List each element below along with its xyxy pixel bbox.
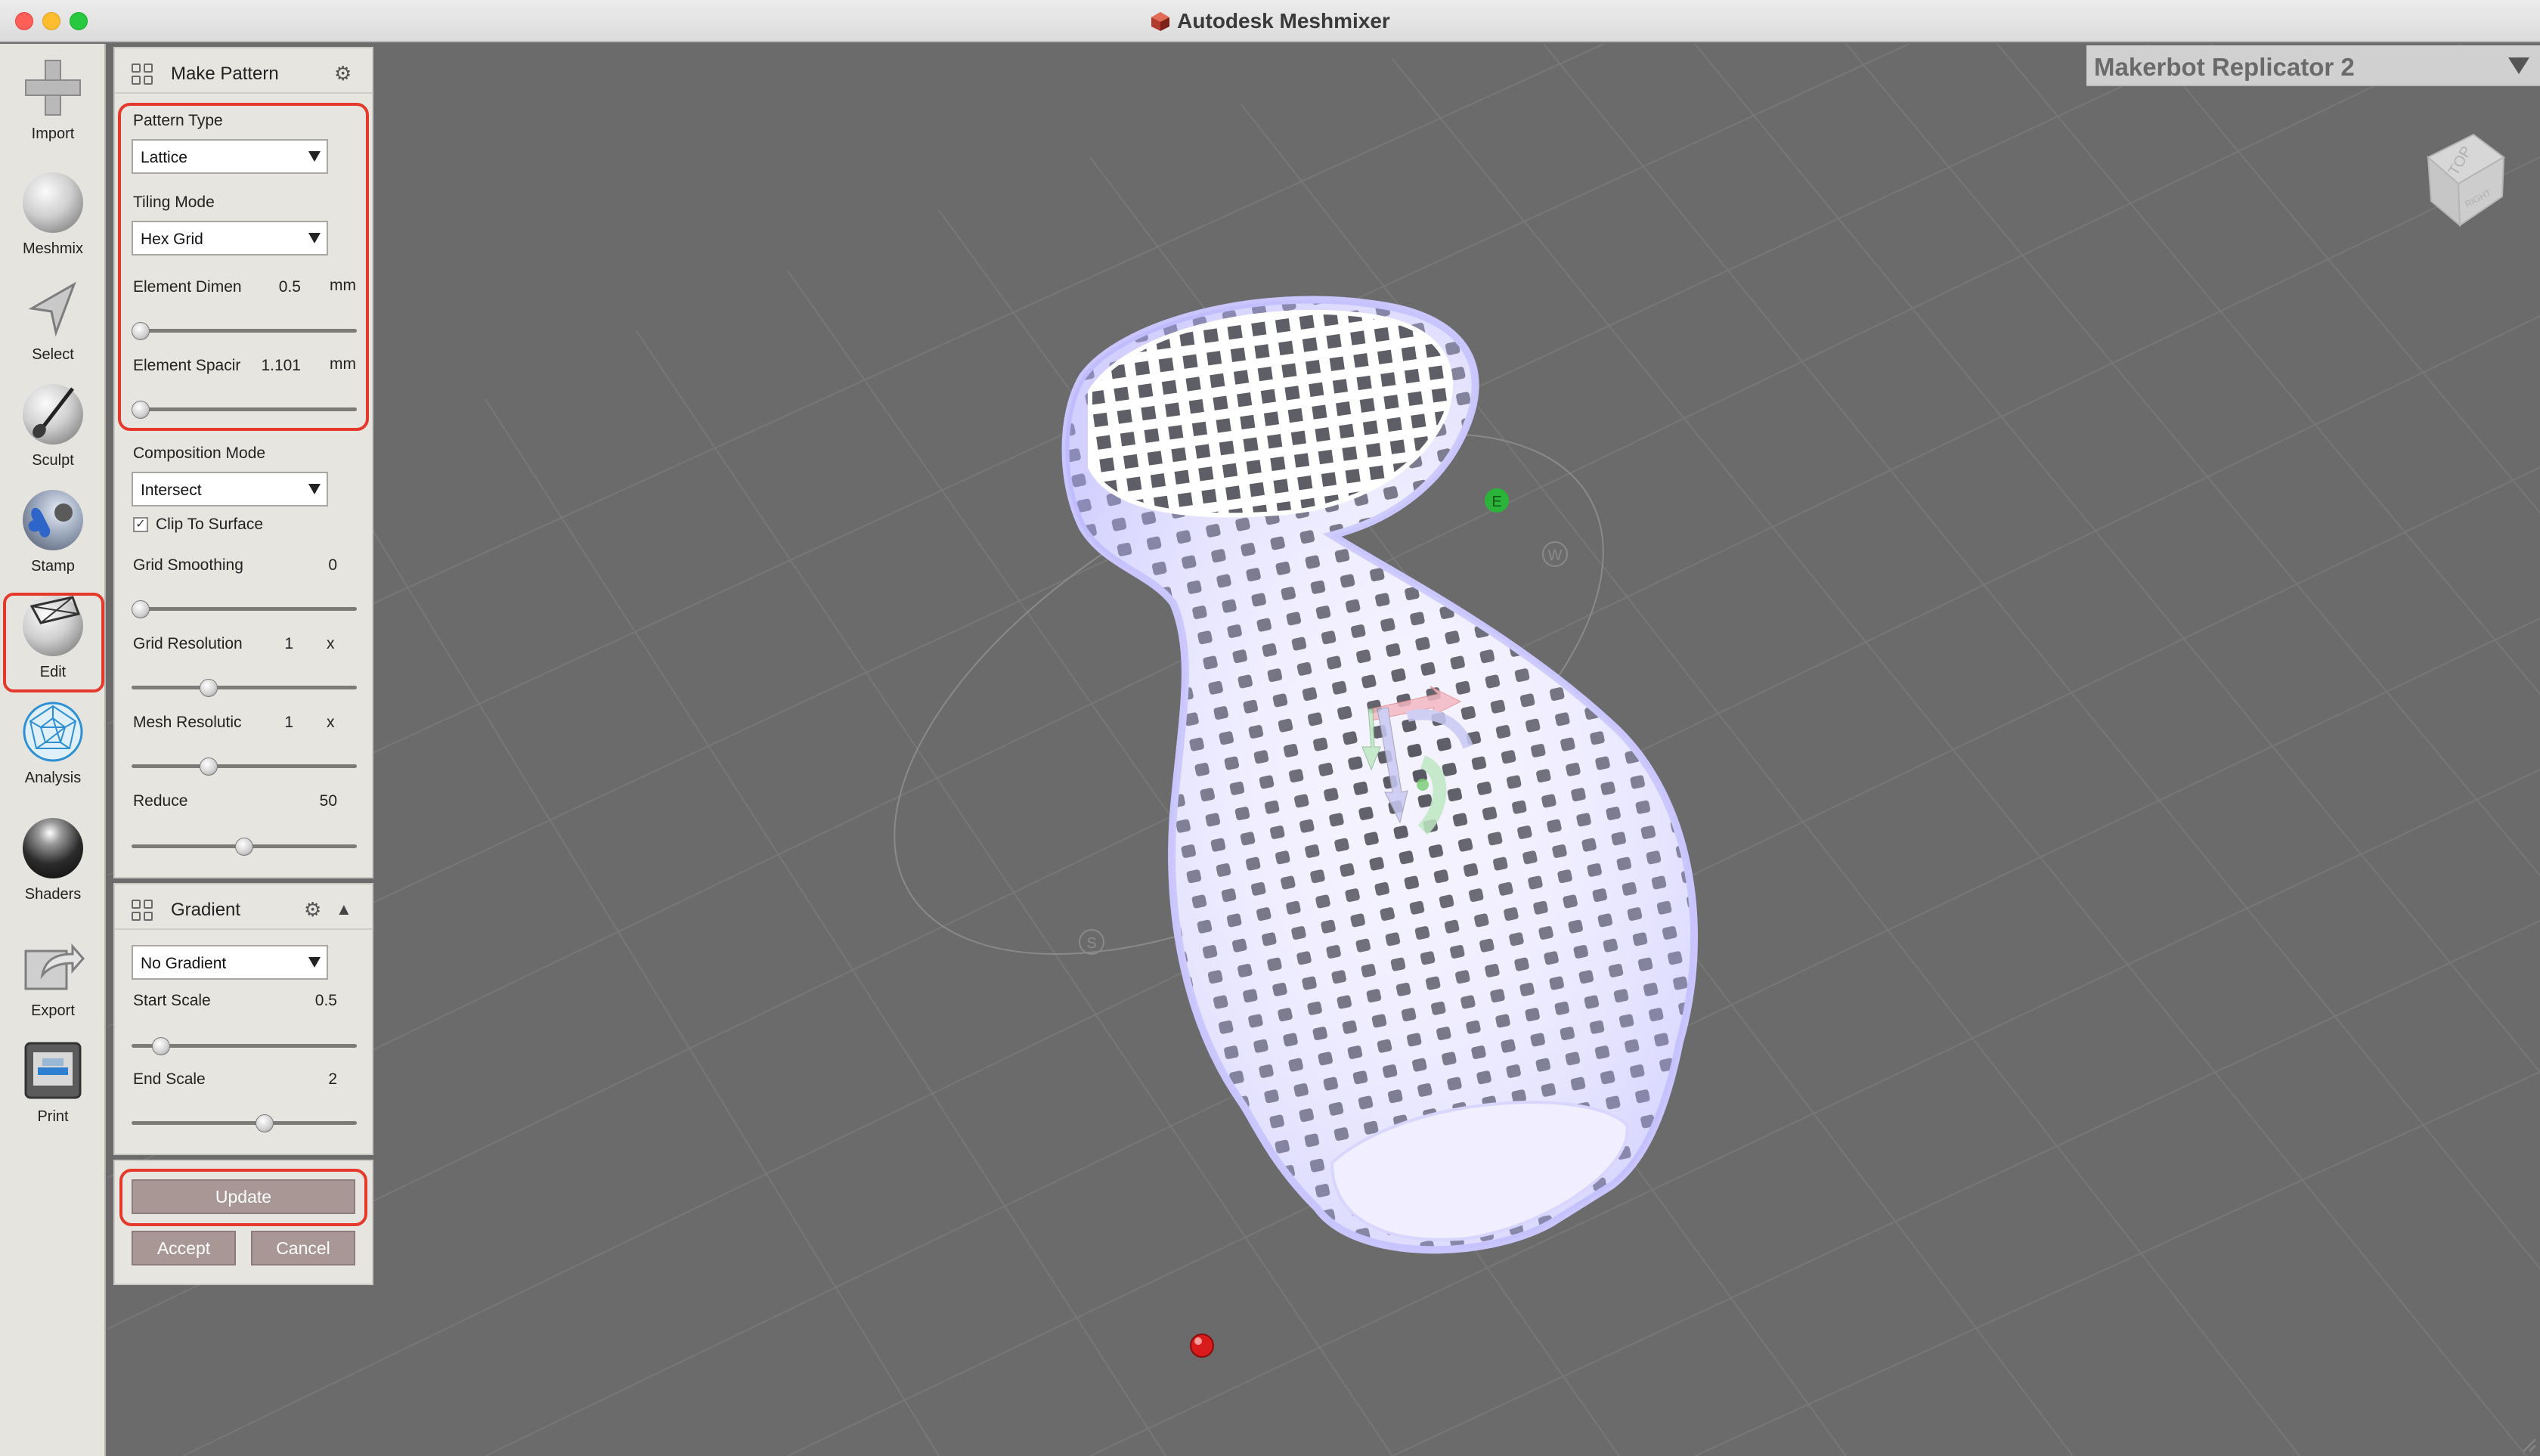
mesh-resolution-value: 1 (284, 714, 293, 731)
window-title-container: Autodesk Meshmixer (0, 9, 2540, 33)
printer-dropdown-arrow-icon (2508, 57, 2529, 74)
toolbar-label: Sculpt (32, 452, 74, 469)
mesh-resolution-slider[interactable] (132, 757, 357, 776)
panel-grid-icon (132, 900, 154, 922)
grid-resolution-label: Grid Resolution (133, 635, 243, 652)
grid-resolution-slider[interactable] (132, 679, 357, 697)
printer-3d-icon (24, 1042, 82, 1099)
clip-to-surface-checkbox[interactable]: ✓ (133, 517, 148, 532)
toolbar-print[interactable]: Print (0, 1027, 106, 1132)
window-title: Autodesk Meshmixer (1177, 9, 1390, 33)
meshmixer-logo-icon (1151, 12, 1170, 31)
slider-thumb[interactable] (132, 600, 150, 618)
grid-smoothing-slider[interactable] (132, 600, 357, 618)
reduce-slider[interactable] (132, 838, 357, 856)
mesh-resolution-unit: x (327, 714, 335, 731)
dropdown-value: No Gradient (141, 955, 227, 972)
grid-smoothing-label: Grid Smoothing (133, 556, 243, 574)
toolbar-meshmix[interactable]: Meshmix (0, 159, 106, 265)
slider-thumb[interactable] (235, 838, 253, 856)
compass-s-marker: S (1079, 929, 1104, 955)
sculpt-brush-icon (20, 381, 86, 448)
clip-to-surface-label: Clip To Surface (156, 516, 264, 533)
edit-highlight-annotation (3, 593, 104, 692)
toolbar-stamp[interactable]: Stamp (0, 476, 106, 582)
reduce-value: 50 (319, 792, 337, 810)
resize-grip-icon[interactable] (2520, 1436, 2537, 1453)
gradient-header: Gradient ⚙ ▲ (115, 884, 372, 930)
panel-title: Gradient (171, 900, 241, 920)
composition-mode-dropdown[interactable]: Intersect (132, 472, 328, 507)
toolbar-export[interactable]: Export (0, 921, 106, 1027)
toolbar-shaders[interactable]: Shaders (0, 804, 106, 910)
dropdown-value: Intersect (141, 482, 202, 499)
toolbar-select[interactable]: Select (0, 265, 106, 370)
panel-grid-icon (132, 64, 154, 86)
start-scale-value: 0.5 (314, 992, 337, 1009)
accept-button[interactable]: Accept (132, 1231, 236, 1265)
toolbar-label: Stamp (31, 558, 75, 575)
printer-selector[interactable]: Makerbot Replicator 2 (2086, 45, 2540, 86)
title-bar: Autodesk Meshmixer (0, 0, 2540, 42)
slider-thumb[interactable] (200, 679, 218, 697)
compass-w-marker: W (1542, 541, 1568, 567)
composition-mode-label: Composition Mode (133, 445, 266, 462)
end-scale-value: 2 (328, 1070, 337, 1088)
analysis-wireframe-icon (23, 702, 83, 762)
vase-mesh[interactable] (1061, 296, 1698, 1254)
update-highlight-annotation (119, 1169, 367, 1226)
select-arrow-icon (28, 281, 76, 337)
grid-resolution-unit: x (327, 635, 335, 652)
chevron-down-icon (308, 484, 321, 494)
grid-resolution-value: 1 (284, 635, 293, 652)
export-icon (24, 943, 85, 990)
end-scale-slider[interactable] (132, 1114, 357, 1132)
left-toolbar: Import Meshmix Select Sculpt Stamp Edit … (0, 44, 106, 1456)
toolbar-sculpt[interactable]: Sculpt (0, 370, 106, 476)
make-pattern-panel: Make Pattern ⚙ Pattern Type Lattice Tili… (113, 47, 373, 878)
end-scale-label: End Scale (133, 1070, 206, 1088)
grid-smoothing-value: 0 (328, 556, 337, 574)
slider-thumb[interactable] (256, 1114, 274, 1132)
toolbar-label: Analysis (24, 770, 82, 786)
toolbar-import[interactable]: Import (0, 44, 106, 150)
3d-viewport[interactable]: W S E TOP RIGHT (107, 44, 2540, 1456)
red-point-marker (1190, 1334, 1214, 1358)
gear-icon[interactable]: ⚙ (304, 898, 321, 922)
compass-s-label: S (1086, 935, 1096, 952)
action-panel: Update Accept Cancel (113, 1160, 373, 1285)
start-scale-slider[interactable] (132, 1037, 357, 1055)
scene-canvas[interactable]: W S E TOP RIGHT (107, 44, 2540, 1456)
chevron-down-icon (308, 957, 321, 968)
toolbar-label: Select (32, 346, 74, 363)
toolbar-label: Print (37, 1108, 69, 1125)
slider-thumb[interactable] (200, 757, 218, 776)
compass-e-label: E (1491, 494, 1501, 510)
start-scale-label: Start Scale (133, 992, 211, 1009)
compass-e-marker: E (1485, 488, 1509, 513)
gear-icon[interactable]: ⚙ (334, 62, 352, 85)
make-pattern-header: Make Pattern ⚙ (115, 48, 372, 94)
view-cube[interactable]: TOP RIGHT (2427, 133, 2505, 228)
toolbar-label: Export (31, 1002, 75, 1019)
toolbar-label: Meshmix (22, 240, 83, 257)
stamp-icon (20, 487, 86, 553)
compass-w-label: W (1548, 547, 1563, 564)
reduce-label: Reduce (133, 792, 188, 810)
pattern-settings-highlight-annotation (118, 103, 369, 431)
toolbar-label: Import (31, 125, 75, 142)
panel-title: Make Pattern (171, 64, 279, 84)
mesh-resolution-label: Mesh Resolutic (133, 714, 242, 731)
collapse-arrow-icon[interactable]: ▲ (336, 900, 352, 919)
slider-thumb[interactable] (152, 1037, 171, 1055)
printer-name: Makerbot Replicator 2 (2094, 53, 2355, 81)
import-plus-icon (25, 60, 81, 116)
gradient-panel: Gradient ⚙ ▲ No Gradient Start Scale 0.5… (113, 883, 373, 1155)
toolbar-label: Shaders (24, 886, 82, 903)
meshmix-bunny-icon (20, 169, 86, 236)
toolbar-analysis[interactable]: Analysis (0, 688, 106, 794)
gradient-mode-dropdown[interactable]: No Gradient (132, 945, 328, 980)
cancel-button[interactable]: Cancel (251, 1231, 355, 1265)
shaders-sphere-icon (20, 815, 86, 881)
